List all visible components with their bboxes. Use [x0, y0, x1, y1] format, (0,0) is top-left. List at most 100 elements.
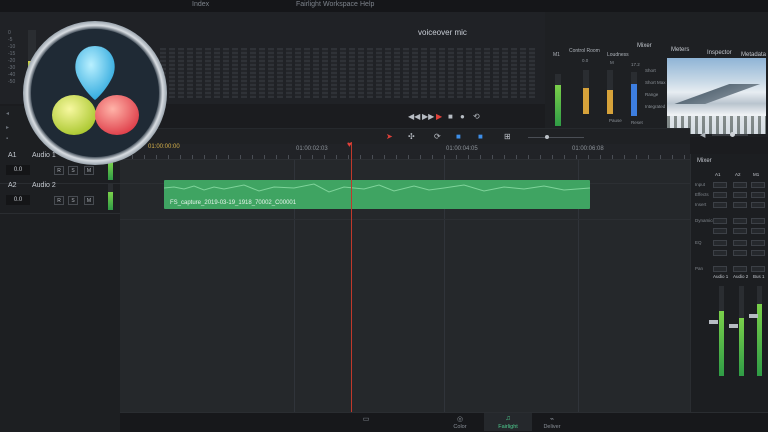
- tab-mixer[interactable]: Mixer: [637, 43, 652, 49]
- mixer-slot[interactable]: [733, 240, 747, 246]
- mixer-slot[interactable]: [733, 192, 747, 198]
- mixer-slot[interactable]: [713, 182, 727, 188]
- mixer-row-label: Insert: [695, 202, 707, 207]
- fader-knob[interactable]: [749, 314, 758, 318]
- header-tool-icon[interactable]: ▪: [6, 136, 8, 142]
- mixer-slot[interactable]: [733, 266, 747, 272]
- play-icon[interactable]: ▶: [436, 112, 442, 121]
- loudness-reset-button[interactable]: Reset: [631, 120, 643, 125]
- meter-strip: [412, 48, 418, 98]
- mixer-slot[interactable]: [751, 250, 765, 256]
- mixer-slot[interactable]: [713, 202, 727, 208]
- mixer-slot[interactable]: [713, 266, 727, 272]
- mixer-slot[interactable]: [733, 218, 747, 224]
- fast-forward-icon[interactable]: ▶▶: [422, 112, 434, 121]
- zoom-slider-knob[interactable]: [545, 135, 549, 139]
- loop-icon[interactable]: ⟲: [473, 112, 480, 121]
- playhead-marker-icon[interactable]: ♥: [347, 141, 356, 149]
- track-header-a2[interactable]: A2 Audio 2 0.0 R S M: [0, 178, 120, 214]
- loudness-value: 0.0: [582, 58, 589, 63]
- mixer-strip-name: Audio 2: [733, 274, 749, 279]
- marker-icon[interactable]: ■: [478, 132, 483, 141]
- mixer-slot[interactable]: [733, 228, 747, 234]
- mute-button[interactable]: M: [84, 166, 94, 175]
- meter-strip: [493, 48, 499, 98]
- mixer-slot[interactable]: [733, 250, 747, 256]
- range-tool-icon[interactable]: ✣: [408, 132, 415, 141]
- monitor-volume-slider[interactable]: ◀: [700, 131, 752, 139]
- stop-icon[interactable]: ■: [448, 112, 453, 121]
- mixer-slot[interactable]: [733, 182, 747, 188]
- playhead-line[interactable]: [351, 142, 352, 422]
- menu-item-workspace[interactable]: Workspace: [323, 1, 358, 8]
- menu-item-index[interactable]: Index: [192, 1, 209, 8]
- snap-icon[interactable]: ⟳: [434, 132, 441, 141]
- loudness-fill: [607, 89, 613, 114]
- header-tool-icon[interactable]: ◂: [6, 110, 9, 117]
- tab-meters[interactable]: Meters: [671, 47, 689, 53]
- solo-button[interactable]: S: [68, 166, 78, 175]
- mixer-slot[interactable]: [713, 250, 727, 256]
- solo-button[interactable]: S: [68, 196, 78, 205]
- mixer-slot[interactable]: [751, 240, 765, 246]
- mixer-slot[interactable]: [733, 202, 747, 208]
- loudness-pause-button[interactable]: Pause: [609, 118, 622, 123]
- record-arm-button[interactable]: R: [54, 166, 64, 175]
- meter-strip: [178, 48, 184, 98]
- track-volume[interactable]: 0.0: [6, 195, 30, 205]
- scale-label: -10: [8, 44, 16, 50]
- meter-strip: [313, 48, 319, 98]
- meter-strip: [376, 48, 382, 98]
- audio-clip[interactable]: FS_capture_2019-03-19_1918_70002_C00001: [164, 180, 590, 209]
- rewind-icon[interactable]: ◀◀: [408, 112, 420, 121]
- mixer-slot[interactable]: [751, 218, 765, 224]
- meter-strip: [304, 48, 310, 98]
- track-meter-fill: [108, 191, 113, 210]
- clip-waveform: [164, 183, 590, 193]
- page-deliver[interactable]: ⌁ Deliver: [528, 415, 576, 430]
- timeline-area[interactable]: FS_capture_2019-03-19_1918_70002_C00001: [120, 160, 690, 422]
- mixer-slot[interactable]: [713, 218, 727, 224]
- mixer-slot[interactable]: [751, 182, 765, 188]
- volume-knob[interactable]: [730, 132, 735, 137]
- mixer-slot[interactable]: [751, 202, 765, 208]
- header-tool-icon[interactable]: ▸: [6, 124, 9, 131]
- view-options-icon[interactable]: ⊞: [504, 132, 511, 141]
- loudness-short-label: Short: [645, 68, 656, 73]
- page-label: Color: [453, 424, 467, 430]
- meter-strip: [232, 48, 238, 98]
- fader-knob[interactable]: [709, 320, 718, 324]
- track-volume[interactable]: 0.0: [6, 165, 30, 175]
- tab-inspector[interactable]: Inspector: [707, 50, 732, 56]
- page-color[interactable]: ◎ Color: [436, 415, 484, 430]
- mixer-slot[interactable]: [751, 266, 765, 272]
- record-arm-button[interactable]: R: [54, 196, 64, 205]
- mixer-slot[interactable]: [713, 228, 727, 234]
- menu-bar: Index Fairlight Workspace Help: [0, 0, 768, 12]
- mixer-slot[interactable]: [751, 192, 765, 198]
- meter-strip: [448, 48, 454, 98]
- meter-strip: [502, 48, 508, 98]
- page-fairlight[interactable]: ♫ Fairlight: [484, 413, 532, 431]
- meter-strip: [430, 48, 436, 98]
- mixer-slot[interactable]: [713, 240, 727, 246]
- pointer-tool-icon[interactable]: ➤: [386, 132, 393, 141]
- meter-strip: [421, 48, 427, 98]
- meter-strip: [439, 48, 445, 98]
- page-edit[interactable]: ▭: [342, 415, 390, 424]
- meter-strip: [394, 48, 400, 98]
- logo-yellow-petal: [52, 95, 96, 135]
- menu-item-fairlight[interactable]: Fairlight: [296, 1, 321, 8]
- track-name[interactable]: Audio 2: [32, 182, 56, 189]
- fader-knob[interactable]: [729, 324, 738, 328]
- scale-label: -5: [8, 37, 13, 43]
- flag-icon[interactable]: ■: [456, 132, 461, 141]
- fairlight-icon: ♫: [505, 415, 511, 422]
- mixer-slot[interactable]: [713, 192, 727, 198]
- menu-item-help[interactable]: Help: [360, 1, 374, 8]
- page-label: Deliver: [543, 424, 561, 430]
- monitor-panel: Mixer Meters Inspector Metadata M1 Contr…: [545, 12, 768, 137]
- record-icon[interactable]: ●: [460, 112, 465, 121]
- mixer-slot[interactable]: [751, 228, 765, 234]
- mute-button[interactable]: M: [84, 196, 94, 205]
